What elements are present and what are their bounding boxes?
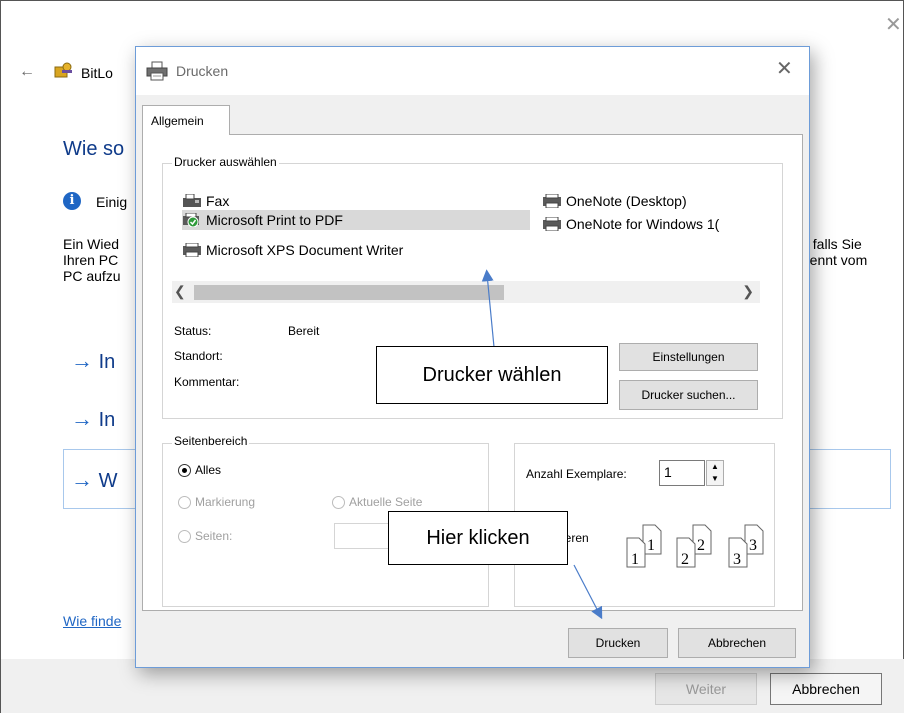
status-label: Status: <box>174 324 212 338</box>
body-text-line: rennt vom <box>805 252 868 268</box>
radio-button-checked[interactable] <box>178 463 191 477</box>
printer-icon <box>543 194 561 208</box>
comment-label: Kommentar: <box>174 375 240 389</box>
printer-icon <box>543 217 561 231</box>
group-legend: Drucker auswählen <box>172 155 279 169</box>
pages-input[interactable] <box>334 523 396 549</box>
close-icon[interactable]: ✕ <box>776 59 793 79</box>
printer-name: Microsoft XPS Document Writer <box>206 242 404 258</box>
printer-name: OneNote (Desktop) <box>566 193 687 209</box>
printer-icon <box>183 243 201 257</box>
callout-click-here: Hier klicken <box>388 511 568 565</box>
app-title: BitLo <box>81 65 113 81</box>
radio-label: Markierung <box>195 495 256 509</box>
radio-button[interactable] <box>178 529 191 543</box>
radio-all-pages[interactable]: Alles <box>178 463 221 477</box>
collate-page-number: 3 <box>733 551 741 568</box>
info-text: Einig <box>96 194 128 210</box>
radio-selection[interactable]: Markierung <box>178 495 255 509</box>
bitlocker-key-icon <box>54 62 72 78</box>
body-text-line: , falls Sie <box>805 236 862 252</box>
collate-page-number: 1 <box>631 551 639 568</box>
backup-option-1[interactable]: → In <box>71 348 115 374</box>
printer-item-fax[interactable]: Fax <box>182 191 229 211</box>
arrow-right-icon: → <box>71 467 93 492</box>
copies-label: Anzahl Exemplare: <box>526 467 627 481</box>
scrollbar-thumb[interactable] <box>194 285 504 300</box>
printer-item-onenote-desktop[interactable]: OneNote (Desktop) <box>542 191 687 211</box>
printer-name: OneNote for Windows 1( <box>566 216 720 232</box>
body-text-line: PC aufzu <box>63 268 121 284</box>
collate-page-number: 3 <box>749 537 757 554</box>
collate-pages-icon: 3 3 <box>728 524 764 568</box>
tab-general[interactable]: Allgemein <box>142 105 230 135</box>
cancel-button[interactable]: Abbrechen <box>678 628 796 658</box>
option-label: W <box>98 470 118 492</box>
radio-label: Seiten: <box>195 529 233 543</box>
collate-pages-icon: 2 2 <box>676 524 712 568</box>
radio-button[interactable] <box>332 495 345 509</box>
help-link[interactable]: Wie finde <box>63 613 121 629</box>
radio-label: Aktuelle Seite <box>349 495 423 509</box>
arrow-right-icon: → <box>71 406 93 431</box>
printer-icon <box>146 61 168 81</box>
collate-page-number: 2 <box>697 537 705 554</box>
radio-current-page[interactable]: Aktuelle Seite <box>332 495 422 509</box>
copies-input[interactable]: 1 <box>659 460 705 486</box>
group-legend: Seitenbereich <box>172 434 250 448</box>
find-printer-button[interactable]: Drucker suchen... <box>619 380 758 410</box>
printer-name: Fax <box>206 193 230 209</box>
radio-button[interactable] <box>178 495 191 509</box>
page-heading: Wie so <box>63 138 125 160</box>
scroll-right-icon[interactable]: ❯ <box>742 283 754 300</box>
arrow-right-icon: → <box>71 348 93 373</box>
close-icon[interactable]: ✕ <box>885 15 902 35</box>
backup-option-3[interactable]: → W <box>71 467 117 493</box>
body-text-line: Ein Wied <box>63 236 120 252</box>
backup-option-2[interactable]: → In <box>71 406 115 432</box>
print-button[interactable]: Drucken <box>568 628 668 658</box>
collate-pages-icon: 1 1 <box>626 524 662 568</box>
collate-page-number: 2 <box>681 551 689 568</box>
collate-page-number: 1 <box>647 537 655 554</box>
back-arrow-icon[interactable]: ← <box>19 63 35 81</box>
copies-spinner[interactable]: ▲ ▼ <box>706 460 724 486</box>
fax-icon <box>183 194 201 207</box>
dialog-title: Drucken <box>176 63 229 79</box>
next-button[interactable]: Weiter <box>655 673 757 705</box>
scroll-left-icon[interactable]: ❮ <box>174 283 186 300</box>
dialog-titlebar[interactable]: Drucken ✕ <box>136 47 809 95</box>
printer-list-scrollbar[interactable]: ❮ ❯ <box>172 281 760 303</box>
radio-pages[interactable]: Seiten: <box>178 529 232 543</box>
default-printer-icon <box>183 213 199 227</box>
option-label: In <box>98 351 116 373</box>
printer-name: Microsoft Print to PDF <box>206 212 343 228</box>
location-label: Standort: <box>174 349 223 363</box>
printer-settings-button[interactable]: Einstellungen <box>619 343 758 371</box>
status-value: Bereit <box>288 324 320 338</box>
printer-item-pdf[interactable]: Microsoft Print to PDF <box>182 210 530 230</box>
info-icon: i <box>63 192 81 210</box>
radio-label: Alles <box>195 463 222 477</box>
printer-item-onenote-windows[interactable]: OneNote for Windows 1( <box>542 214 760 234</box>
callout-choose-printer: Drucker wählen <box>376 346 608 404</box>
option-label: In <box>98 409 116 431</box>
body-text-line: Ihren PC <box>63 252 119 268</box>
wizard-cancel-button[interactable]: Abbrechen <box>770 673 882 705</box>
printer-item-xps[interactable]: Microsoft XPS Document Writer <box>182 240 403 260</box>
